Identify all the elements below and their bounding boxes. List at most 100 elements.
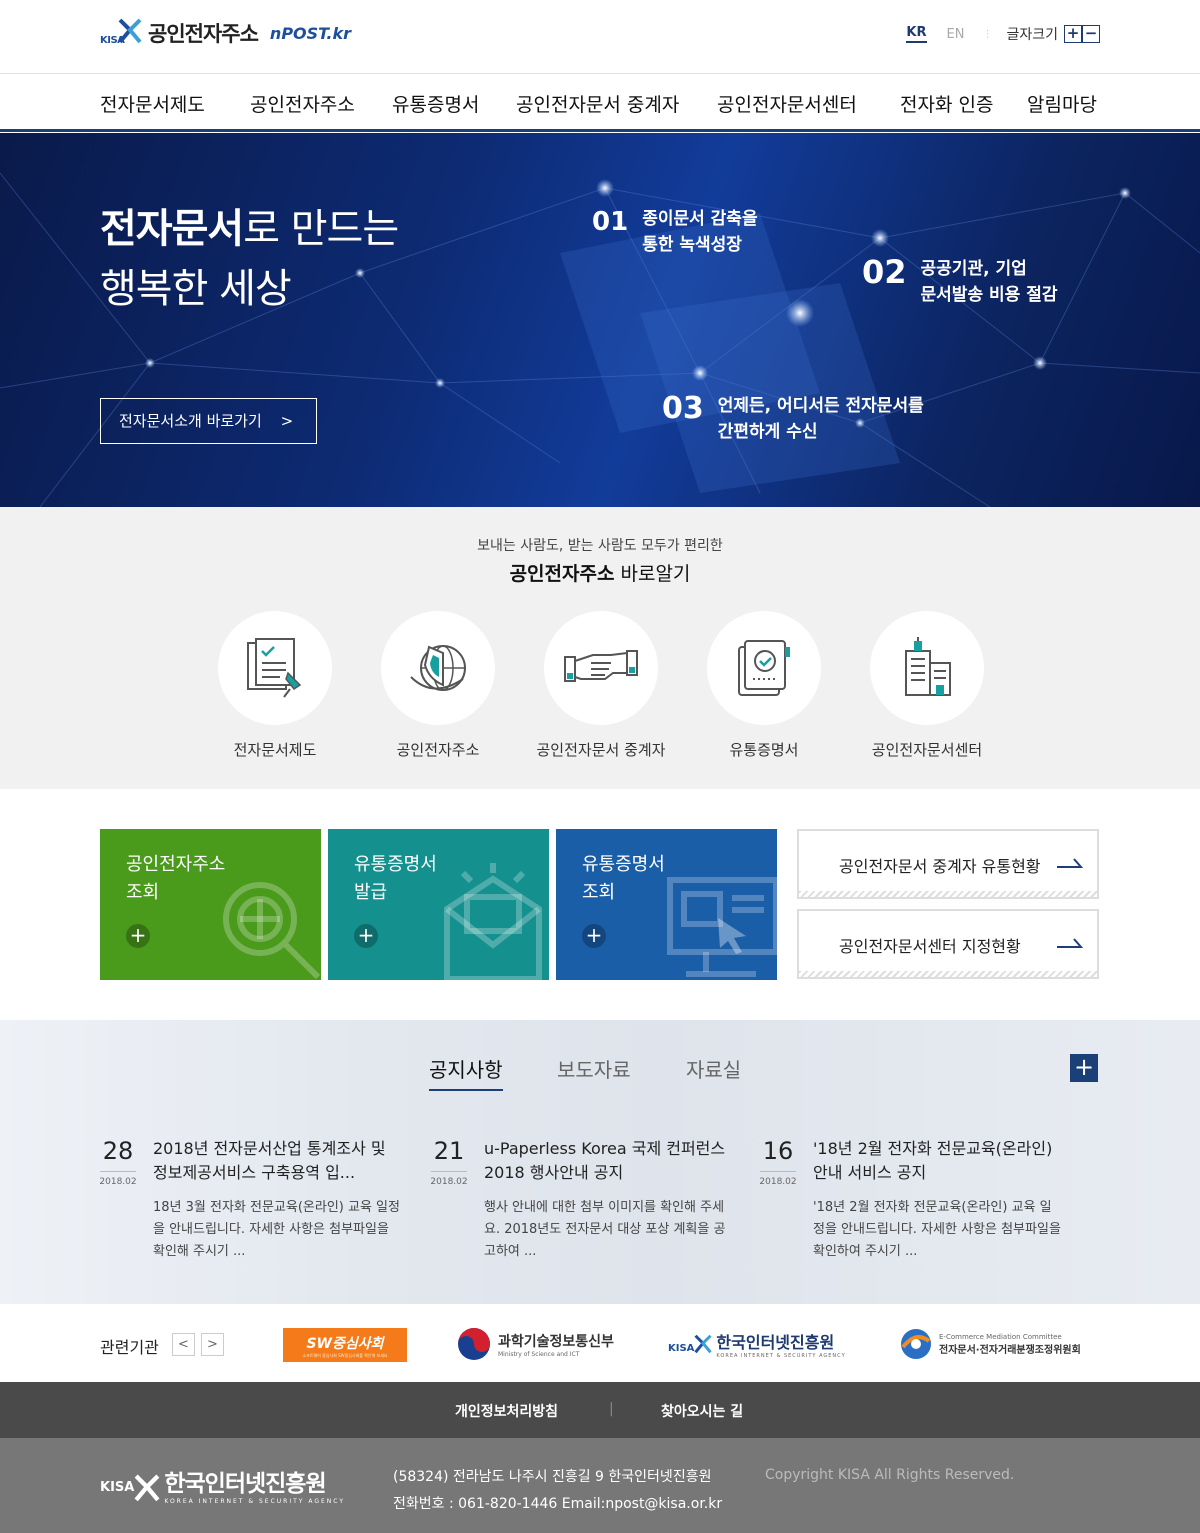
logo-title: 공인전자주소 xyxy=(148,22,259,46)
notice-title[interactable]: '18년 2월 전자화 전문교육(온라인) 안내 서비스 공지 xyxy=(813,1137,1063,1185)
know-title: 공인전자주소 바로알기 xyxy=(0,559,1200,586)
nav-item-digitization[interactable]: 전자화 인증 xyxy=(900,90,993,117)
logo-sub: 소프트웨어 중심사회 SW중심사회를 확인해 보세요 xyxy=(302,1352,388,1358)
font-increase-button[interactable]: + xyxy=(1064,25,1082,43)
top-header: KISA 공인전자주소 nPOST.kr KR EN ⋮ 글자크기 + − xyxy=(0,0,1200,74)
notice-body: 행사 안내에 대한 첨부 이미지를 확인해 주세요. 2018년도 전자문서 대… xyxy=(484,1200,726,1259)
divider xyxy=(431,1171,467,1172)
edoc-intro-button-label: 전자문서소개 바로가기 xyxy=(119,412,262,430)
nav-item-center[interactable]: 공인전자문서센터 xyxy=(717,90,857,117)
hatch-decoration xyxy=(799,891,1097,897)
msit-logo[interactable]: 과학기술정보통신부 Ministry of Science and ICT xyxy=(456,1326,614,1362)
divider: ⋮ xyxy=(982,28,993,40)
logo-sub: E-Commerce Mediation Committee xyxy=(939,1332,1062,1341)
site-logo[interactable]: KISA 공인전자주소 nPOST.kr xyxy=(100,18,351,48)
tab-resources[interactable]: 자료실 xyxy=(686,1054,741,1083)
feature-number: 01 xyxy=(592,207,629,237)
divider xyxy=(760,1171,796,1172)
footer-address: (58324) 전라남도 나주시 진흥길 9 한국인터넷진흥원 xyxy=(393,1469,712,1485)
notice-body: '18년 2월 전자화 전문교육(온라인) 교육 일정을 안내드립니다. 자세한… xyxy=(813,1200,1061,1259)
plus-icon: + xyxy=(354,924,378,948)
relay-status-link[interactable]: 공인전자문서 중계자 유통현황 xyxy=(797,829,1099,899)
feature-line2: 통한 녹색성장 xyxy=(642,235,742,255)
hero-title-bold: 전자문서 xyxy=(100,206,244,252)
plus-icon: + xyxy=(582,924,606,948)
know-item-center[interactable]: 공인전자문서센터 xyxy=(870,611,984,759)
privacy-policy-link[interactable]: 개인정보처리방침 xyxy=(455,1401,558,1421)
quick-box-line1: 공인전자주소 xyxy=(126,854,226,875)
know-subtitle: 보내는 사람도, 받는 사람도 모두가 편리한 xyxy=(477,538,723,554)
quick-cert-lookup[interactable]: 유통증명서 조회 + xyxy=(556,829,777,980)
edoc-intro-button[interactable]: 전자문서소개 바로가기 > xyxy=(100,398,317,444)
logo-text: 전자문서·전자거래분쟁조정위원회 xyxy=(939,1344,1081,1356)
ecmc-logo[interactable]: E-Commerce Mediation Committee 전자문서·전자거래… xyxy=(897,1326,1081,1362)
shield-globe-icon xyxy=(410,645,466,691)
main-navigation: 전자문서제도 공인전자주소 유통증명서 공인전자문서 중계자 공인전자문서센터 … xyxy=(0,74,1200,132)
logo-org: KISA xyxy=(668,1343,695,1354)
tab-press[interactable]: 보도자료 xyxy=(557,1054,631,1083)
stat-label: 공인전자문서센터 지정현황 xyxy=(839,937,1021,956)
hero-feature-3: 03 언제든, 어디서든 전자문서를 간편하게 수신 xyxy=(662,393,924,445)
logo-text: SW중심사회 xyxy=(306,1335,384,1352)
notice-title[interactable]: 2018년 전자문서산업 통계조사 및 정보제공서비스 구축용역 입... xyxy=(153,1137,403,1185)
feature-line1: 언제든, 어디서든 전자문서를 xyxy=(717,396,924,416)
nav-item-notice[interactable]: 알림마당 xyxy=(1027,90,1097,117)
kisa-logo-icon xyxy=(694,1334,713,1354)
nav-item-distribution-cert[interactable]: 유통증명서 xyxy=(392,90,479,117)
footer-org-sub: KOREA INTERNET & SECURITY AGENCY xyxy=(164,1498,345,1505)
know-item-distribution-cert[interactable]: 유통증명서 xyxy=(707,611,821,759)
certificate-check-icon xyxy=(738,640,790,696)
know-title-rest: 바로알기 xyxy=(614,563,691,585)
hero-title-line2: 행복한 세상 xyxy=(100,266,292,312)
nav-item-relay[interactable]: 공인전자문서 중계자 xyxy=(516,90,679,117)
nav-item-edoc-system[interactable]: 전자문서제도 xyxy=(100,90,205,117)
logo-text: 한국인터넷진흥원 xyxy=(716,1333,835,1352)
hatch-decoration xyxy=(799,971,1097,977)
notice-body: 18년 3월 전자화 전문교육(온라인) 교육 일정을 안내드립니다. 자세한 … xyxy=(153,1200,400,1259)
font-size-label: 글자크기 xyxy=(1006,27,1058,43)
know-item-relay[interactable]: 공인전자문서 중계자 xyxy=(537,611,665,759)
quick-box-line1: 유통증명서 xyxy=(354,854,437,875)
quick-address-lookup[interactable]: 공인전자주소 조회 + xyxy=(100,829,321,980)
know-title-bold: 공인전자주소 xyxy=(509,563,615,585)
related-next-button[interactable]: > xyxy=(201,1333,224,1356)
ecmc-emblem-icon xyxy=(901,1329,931,1359)
feature-line1: 종이문서 감축을 xyxy=(642,209,758,229)
sw-society-logo[interactable]: SW중심사회 소프트웨어 중심사회 SW중심사회를 확인해 보세요 xyxy=(283,1328,407,1362)
footer: KISA 한국인터넷진흥원 KOREA INTERNET & SECURITY … xyxy=(0,1438,1200,1533)
kisa-related-logo[interactable]: KISA 한국인터넷진흥원 KOREA INTERNET & SECURITY … xyxy=(668,1326,846,1362)
font-decrease-button[interactable]: − xyxy=(1082,25,1100,43)
divider xyxy=(100,1171,136,1172)
hero-feature-2: 02 공공기관, 기업 문서발송 비용 절감 xyxy=(862,256,1058,308)
logo-text: 과학기술정보통신부 xyxy=(498,1333,614,1350)
hero-headline: 전자문서로 만드는 행복한 세상 xyxy=(100,199,399,319)
footer-contact: 전화번호 : 061-820-1446 Email:npost@kisa.or.… xyxy=(393,1496,723,1512)
center-status-link[interactable]: 공인전자문서센터 지정현황 xyxy=(797,909,1099,979)
know-item-label: 공인전자문서센터 xyxy=(871,741,983,759)
notice-day: 28 xyxy=(102,1137,134,1165)
footer-org: KISA xyxy=(100,1480,135,1495)
know-item-certified-address[interactable]: 공인전자주소 xyxy=(381,611,495,759)
lang-kr-link[interactable]: KR xyxy=(906,25,927,43)
tab-notice[interactable]: 공지사항 xyxy=(429,1054,503,1091)
language-switch: KR EN ⋮ 글자크기 + − xyxy=(906,24,1100,44)
hero-title-rest: 로 만드는 xyxy=(243,206,399,252)
taegeuk-icon xyxy=(458,1328,490,1360)
building-icon xyxy=(905,637,951,696)
related-prev-button[interactable]: < xyxy=(172,1333,195,1356)
logo-sub: KOREA INTERNET & SECURITY AGENCY xyxy=(716,1353,846,1359)
more-button[interactable]: + xyxy=(1070,1054,1098,1082)
nav-item-certified-address[interactable]: 공인전자주소 xyxy=(250,90,355,117)
hero-banner: 전자문서로 만드는 행복한 세상 전자문서소개 바로가기 > 01 종이문서 감… xyxy=(0,133,1200,507)
footer-address-block: (58324) 전라남도 나주시 진흥길 9 한국인터넷진흥원 전화번호 : 0… xyxy=(393,1464,722,1518)
document-pin-icon xyxy=(247,638,302,698)
footer-org-name: 한국인터넷진흥원 xyxy=(164,1471,326,1497)
quick-cert-issue[interactable]: 유통증명서 발급 + xyxy=(328,829,549,980)
lang-en-link[interactable]: EN xyxy=(947,27,965,42)
quick-box-line2: 조회 xyxy=(126,882,160,903)
directions-link[interactable]: 찾아오시는 길 xyxy=(661,1401,743,1421)
handshake-icon xyxy=(564,650,638,682)
know-item-edoc-system[interactable]: 전자문서제도 xyxy=(218,611,332,759)
notice-title[interactable]: u-Paperless Korea 국제 컨퍼런스 2018 행사안내 공지 xyxy=(484,1137,734,1185)
plus-icon: + xyxy=(126,924,150,948)
